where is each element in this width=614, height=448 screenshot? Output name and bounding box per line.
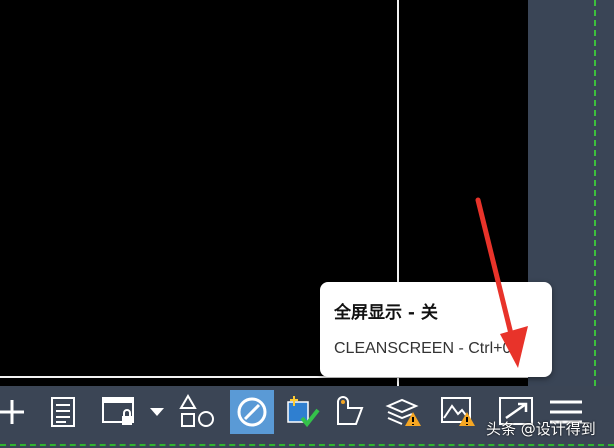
display-lock-icon — [102, 397, 134, 425]
isolate-objects-icon — [237, 397, 267, 427]
add-button[interactable] — [0, 392, 28, 432]
annotation-arrow — [475, 197, 528, 368]
add-icon — [0, 400, 24, 424]
properties-button[interactable] — [46, 392, 80, 432]
hardware-warning-button[interactable] — [438, 392, 478, 432]
display-lock-dropdown[interactable] — [146, 392, 168, 432]
dropdown-arrow-icon — [150, 408, 164, 416]
isolate-objects-button[interactable] — [230, 390, 274, 434]
shapes-button[interactable] — [178, 392, 216, 432]
annotation-scale-icon — [287, 396, 320, 428]
annotation-scale-button[interactable] — [282, 392, 322, 432]
hardware-warning-icon — [441, 397, 475, 426]
selection-dashed-line-vertical — [594, 0, 596, 386]
selection-dashed-line-horizontal — [0, 444, 614, 446]
properties-icon — [51, 397, 75, 427]
clean-icon — [337, 396, 364, 425]
shapes-icon — [179, 394, 214, 427]
layers-warning-button[interactable] — [384, 392, 424, 432]
display-lock-button[interactable] — [100, 392, 140, 432]
watermark-text: 头条 @设计得到 — [486, 420, 596, 438]
layers-warning-icon — [385, 398, 421, 426]
tooltip-title: 全屏显示 - 关 — [334, 303, 438, 323]
clean-button[interactable] — [330, 392, 370, 432]
